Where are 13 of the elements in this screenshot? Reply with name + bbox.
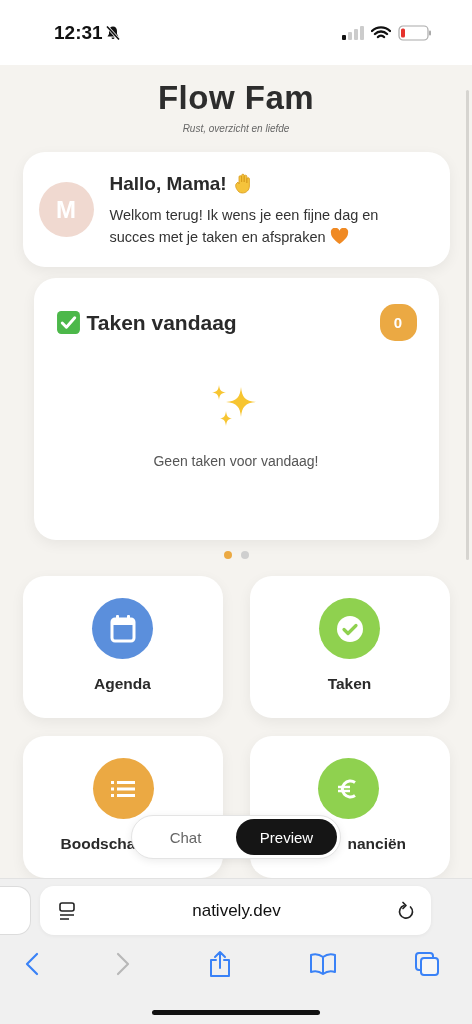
url-text: natively.dev [192,900,281,921]
task-count-badge: 0 [379,304,417,342]
empty-state-text: Geen taken voor vandaag! [153,453,319,470]
tile-label: nanciën [347,835,407,853]
status-time: 12:31 [54,21,103,44]
tile-label: Taken [327,675,372,693]
tile-label: Agenda [94,675,151,693]
app-title: Flow Fam [157,79,315,117]
app-subtitle: Rust, overzicht en liefde [182,123,290,134]
greeting-title: Hallo, Mama! [109,172,227,195]
greeting-message: Welkom terug! Ik wens je een fijne dag en succes met je taken en afspraken [109,205,380,247]
tile-label: Boodscha [60,835,136,853]
tasks-title: Taken vandaag [86,310,238,335]
